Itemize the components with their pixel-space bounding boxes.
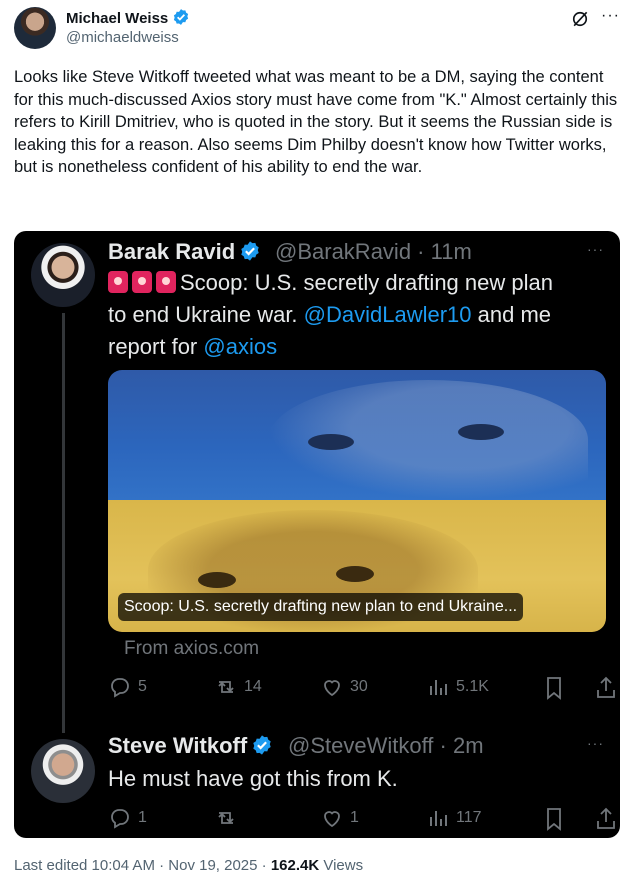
- edited-timestamp[interactable]: Last edited 10:04 AM · Nov 19, 2025 ·: [14, 857, 271, 874]
- repost-icon: [218, 681, 234, 693]
- tweet1-line-2: to end Ukraine war. @DavidLawler10 and m…: [108, 299, 553, 331]
- card-caption: Scoop: U.S. secretly drafting new plan t…: [118, 593, 524, 621]
- reply-action: 5: [108, 675, 147, 699]
- share-icon: [597, 676, 615, 698]
- tweet2-author-name-text: Steve Witkoff: [108, 733, 248, 758]
- views-icon: [430, 680, 447, 695]
- repost-action: 14: [214, 675, 262, 699]
- bookmark-icon: [547, 677, 561, 700]
- author-handle[interactable]: @michaeldweiss: [66, 29, 179, 46]
- verified-badge-icon: [253, 735, 271, 755]
- views-icon: [430, 811, 447, 826]
- views-count: 117: [456, 809, 482, 826]
- post-footer: Last edited 10:04 AM · Nov 19, 2025 · 16…: [14, 857, 363, 874]
- tweet1-text-a: Scoop: U.S. secretly drafting new plan: [180, 270, 553, 295]
- tweet1-line-1: Scoop: U.S. secretly drafting new plan: [108, 267, 553, 299]
- repost-count: 14: [244, 678, 262, 695]
- post-body: Looks like Steve Witkoff tweeted what wa…: [14, 68, 618, 176]
- reply-action: 1: [108, 806, 147, 830]
- tweet2-text: He must have got this from K.: [108, 766, 398, 791]
- siren-icon: [108, 271, 128, 293]
- tweet2-handle: @SteveWitkoff · 2m: [288, 733, 484, 758]
- card-eye: [308, 434, 354, 450]
- reply-icon: [111, 678, 129, 698]
- views-count-bold: 162.4K: [270, 857, 320, 874]
- tweet2-author-name: Steve Witkoff: [108, 733, 273, 759]
- tweet1-text-d: report for: [108, 334, 204, 359]
- mention-link: @DavidLawler10: [303, 302, 472, 327]
- reply-count: 5: [138, 678, 147, 695]
- like-icon: [324, 680, 340, 697]
- like-action: 30: [320, 675, 368, 699]
- author-name[interactable]: Michael Weiss: [66, 8, 190, 27]
- reply-count: 1: [138, 809, 147, 826]
- link-card: Scoop: U.S. secretly drafting new plan t…: [108, 370, 606, 632]
- tweet1-avatar: [31, 243, 95, 307]
- card-eye: [458, 424, 504, 440]
- tweet2-actions: 1 1 117: [108, 806, 615, 836]
- bookmark-icon: [547, 808, 561, 831]
- author-name-text[interactable]: Michael Weiss: [66, 10, 168, 27]
- views-count: 5.1K: [456, 678, 489, 695]
- siren-icon: [132, 271, 152, 293]
- card-image-top: [108, 370, 606, 500]
- card-source: From axios.com: [124, 638, 260, 659]
- like-action: 1: [320, 806, 359, 830]
- tweet1-author-name: Barak Ravid: [108, 239, 261, 265]
- reply-icon: [111, 809, 129, 829]
- post-header: Michael Weiss @michaeldweiss ···: [14, 5, 620, 55]
- views-action: 117: [426, 806, 482, 830]
- verified-badge-icon: [241, 241, 259, 261]
- tweet1-handle: @BarakRavid · 11m: [275, 239, 472, 264]
- avatar[interactable]: [14, 7, 56, 49]
- like-icon: [324, 811, 340, 828]
- mention-link: @axios: [203, 334, 278, 359]
- card-eye: [336, 566, 374, 582]
- tweet1-text-c: and me: [471, 302, 552, 327]
- tweet1-author-name-text: Barak Ravid: [108, 239, 236, 264]
- thread-line: [62, 313, 65, 733]
- views-action: 5.1K: [426, 675, 489, 699]
- repost-action: [214, 806, 244, 830]
- tweet2-avatar: [31, 739, 95, 803]
- tweet1-text: Scoop: U.S. secretly drafting new plan t…: [108, 267, 553, 363]
- more-icon: ···: [587, 735, 604, 751]
- like-count: 30: [350, 678, 368, 695]
- siren-icon: [156, 271, 176, 293]
- share-icon: [597, 807, 615, 829]
- card-eye: [198, 572, 236, 588]
- grok-icon[interactable]: [570, 9, 590, 29]
- more-icon: ···: [587, 241, 604, 257]
- repost-icon: [218, 812, 234, 824]
- embedded-screenshot: Barak Ravid @BarakRavid · 11m ··· Scoop:…: [14, 231, 620, 838]
- more-icon[interactable]: ···: [601, 7, 620, 25]
- views-label: Views: [319, 857, 364, 874]
- like-count: 1: [350, 809, 359, 826]
- verified-badge-icon: [174, 9, 189, 25]
- tweet1-actions: 5 14 30 5.1K: [108, 675, 615, 705]
- tweet1-text-b: to end Ukraine war.: [108, 302, 304, 327]
- tweet1-line-3: report for @axios: [108, 331, 553, 363]
